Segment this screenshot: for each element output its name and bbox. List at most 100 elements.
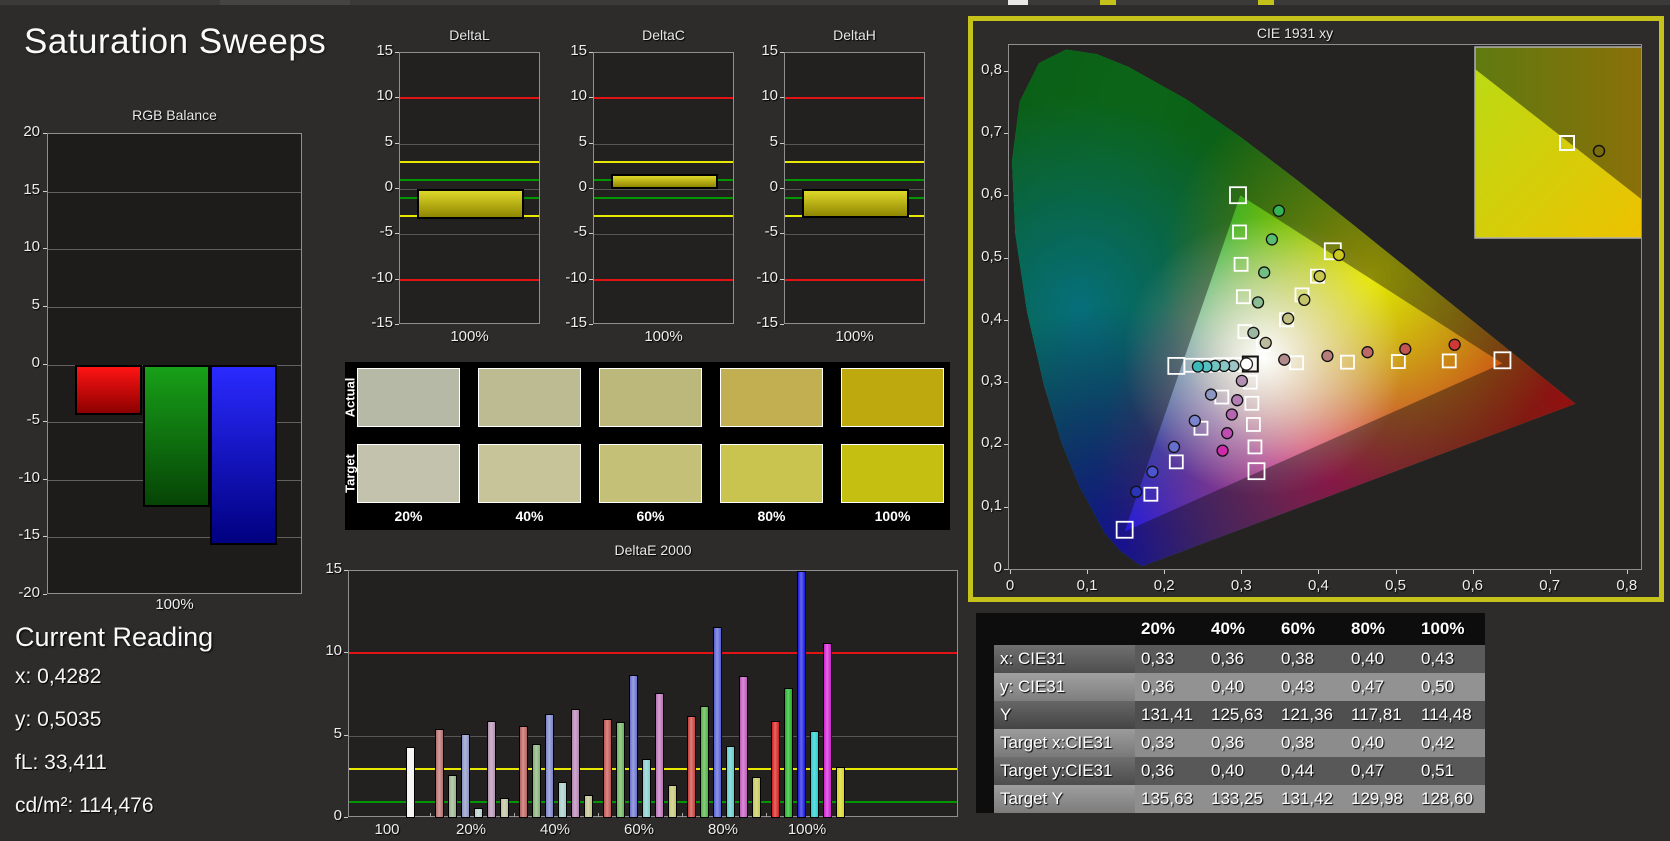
delta-e-bar-100%-red bbox=[771, 720, 780, 818]
cie-x-tick-label: 0,5 bbox=[1385, 577, 1406, 594]
cie-measured-marker-yellow bbox=[1313, 270, 1326, 283]
delta-e-bar-80%-cyan bbox=[726, 745, 735, 818]
cie-y-tick-label: 0,3 bbox=[981, 372, 1002, 390]
cie-y-tick bbox=[1004, 506, 1008, 508]
cie-y-tick-label: 0 bbox=[993, 559, 1002, 576]
rgb-balance-plot bbox=[47, 133, 302, 594]
table-row-edge bbox=[976, 645, 994, 673]
limit-line-red bbox=[400, 97, 539, 100]
cie-y-tick-label: 0,4 bbox=[981, 309, 1002, 327]
cie-measured-marker-blue bbox=[1188, 414, 1201, 427]
y-axis-tick-label: 0 bbox=[333, 807, 342, 824]
cie-x-tick-label: 0,6 bbox=[1462, 577, 1484, 594]
cie-measured-marker-magenta bbox=[1216, 444, 1229, 457]
swatch-target-60% bbox=[599, 444, 702, 503]
cie-diagram-svg bbox=[1012, 46, 1660, 566]
cie-x-tick bbox=[1318, 570, 1320, 574]
y-axis-tick-label: -10 bbox=[565, 268, 587, 286]
table-row-label: Target x:CIE31 bbox=[994, 729, 1135, 757]
table-row: Target Y 135,63 133,25 131,42 129,98 128,60 bbox=[976, 785, 1485, 813]
table-cell: 131,41 bbox=[1135, 701, 1205, 729]
table-cell: 0,43 bbox=[1415, 645, 1485, 673]
cie-measured-marker-red bbox=[1361, 346, 1374, 359]
y-axis-tick-label: -15 bbox=[565, 314, 587, 331]
y-axis-tick-label: 15 bbox=[570, 42, 587, 59]
y-axis-tick bbox=[344, 817, 348, 818]
deltaC-x-label: 100% bbox=[644, 328, 683, 345]
panel-swatches[interactable]: 20% 40% 60% 80% 100% Actual Target bbox=[342, 362, 950, 530]
y-axis-tick bbox=[589, 324, 593, 325]
y-axis-tick bbox=[43, 421, 47, 423]
swatch-col-label: 60% bbox=[636, 508, 665, 524]
cie-measured-marker-blue bbox=[1204, 388, 1218, 401]
y-axis-tick-label: 0 bbox=[384, 178, 393, 195]
swatch-row-label-target: Target bbox=[342, 453, 358, 493]
cie-x-tick-label: 0,4 bbox=[1307, 577, 1329, 594]
y-axis-tick-label: -5 bbox=[764, 223, 778, 241]
page-title: Saturation Sweeps bbox=[24, 22, 327, 61]
delta-e-bar-60%-green bbox=[616, 722, 625, 818]
y-axis-tick-label: 5 bbox=[31, 295, 40, 313]
cie-measured-marker-green bbox=[1272, 204, 1286, 217]
limit-line-red bbox=[785, 278, 924, 281]
deltaC-plot bbox=[593, 52, 734, 324]
top-edge-artifact bbox=[0, 0, 1670, 5]
delta-e-bar-40%-red bbox=[519, 725, 528, 818]
y-axis-tick bbox=[589, 142, 593, 144]
cie-y-tick-label: 0,2 bbox=[981, 434, 1002, 452]
cie-y-tick bbox=[1004, 382, 1008, 384]
cie-x-tick bbox=[1626, 570, 1628, 574]
cie-measured-marker-red bbox=[1321, 349, 1334, 363]
swatch-col-label: 80% bbox=[757, 508, 786, 524]
table-cell: 0,51 bbox=[1415, 757, 1485, 785]
limit-line-red bbox=[594, 97, 733, 100]
delta-e-bar-80%-blue bbox=[713, 626, 722, 818]
y-axis-tick bbox=[395, 278, 399, 280]
cie-y-tick bbox=[1004, 319, 1008, 321]
delta-e-group-label: 100 bbox=[374, 821, 400, 838]
limit-line-red bbox=[349, 652, 957, 655]
cie-measured-marker-blue bbox=[1130, 485, 1143, 498]
table-row-edge bbox=[976, 673, 994, 701]
cie-measured-marker-yellow bbox=[1298, 293, 1311, 307]
swatch-target-40% bbox=[478, 444, 581, 503]
cie-white-measured-marker bbox=[1239, 357, 1254, 371]
deltaH-plot bbox=[784, 52, 925, 324]
table-row-edge bbox=[976, 757, 994, 785]
top-edge-mark bbox=[1258, 0, 1274, 5]
cie-measured-marker-green bbox=[1247, 326, 1260, 340]
cie-y-tick bbox=[1004, 132, 1008, 134]
swatch-target-80% bbox=[720, 444, 823, 503]
swatch-row-label-actual: Actual bbox=[342, 377, 358, 417]
rgb-balance-x-label: 100% bbox=[155, 596, 194, 613]
cie-y-tick bbox=[1004, 257, 1008, 259]
delta-e-bar-60%-magenta bbox=[655, 692, 664, 818]
y-axis-tick-label: -5 bbox=[379, 223, 393, 241]
deltaC-bar bbox=[611, 173, 718, 189]
delta-e-bar-40%-cyan bbox=[558, 781, 567, 818]
limit-line-yellow bbox=[785, 160, 924, 163]
delta-e-bar-100%-green bbox=[784, 687, 793, 818]
cie-x-tick bbox=[1087, 570, 1089, 574]
table-cell: 0,50 bbox=[1415, 673, 1485, 701]
delta-e-bar-40%-blue bbox=[545, 714, 554, 818]
y-axis-tick-label: 5 bbox=[769, 132, 778, 150]
cie-measured-marker-magenta bbox=[1225, 408, 1238, 421]
table-header-cell: 20% bbox=[1135, 613, 1205, 645]
table-cell: 0,38 bbox=[1275, 729, 1345, 757]
limit-line-red bbox=[594, 278, 733, 281]
panel-data-table[interactable]: 20% 40% 60% 80% 100% x: CIE31 0,33 0,36 0,38 0,40… bbox=[976, 613, 1485, 813]
cie-measured-marker-red bbox=[1399, 342, 1412, 356]
y-axis-tick-label: 5 bbox=[333, 724, 342, 742]
y-axis-tick bbox=[780, 233, 784, 235]
y-axis-tick-label: 15 bbox=[376, 42, 393, 59]
gridline bbox=[48, 306, 301, 308]
swatch-actual-60% bbox=[599, 368, 702, 427]
table-cell: 0,40 bbox=[1345, 645, 1415, 673]
y-axis-tick-label: -5 bbox=[26, 411, 40, 429]
deltaH-x-label: 100% bbox=[835, 328, 874, 345]
swatch-actual-20% bbox=[357, 368, 460, 427]
gridline bbox=[48, 249, 301, 251]
panel-cie-1931[interactable] bbox=[1008, 44, 1660, 570]
y-axis-tick-label: 5 bbox=[384, 132, 393, 150]
